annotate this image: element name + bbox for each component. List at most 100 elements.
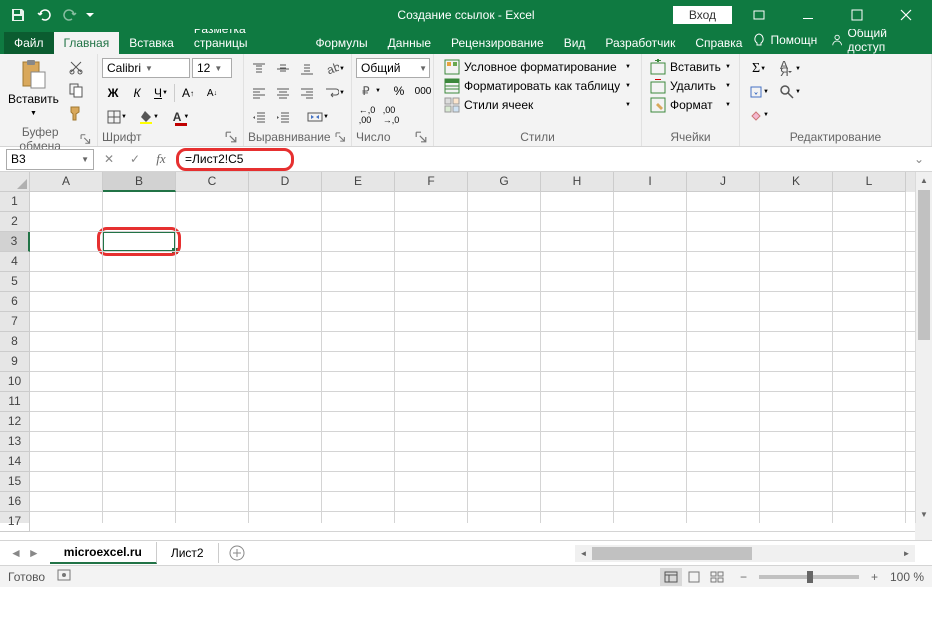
vscroll-thumb[interactable]: [918, 190, 930, 340]
comma-button[interactable]: 000: [412, 80, 434, 102]
format-cells-button[interactable]: Формат▼: [648, 96, 733, 114]
number-format-combo[interactable]: Общий▼: [356, 58, 430, 78]
row-header[interactable]: 16: [0, 492, 30, 512]
format-as-table-button[interactable]: Форматировать как таблицу▼: [440, 77, 635, 95]
new-sheet-button[interactable]: [225, 541, 249, 565]
align-right-button[interactable]: [296, 82, 318, 104]
scroll-right-button[interactable]: ►: [898, 549, 915, 558]
tab-home[interactable]: Главная: [54, 32, 120, 54]
zoom-in-button[interactable]: +: [867, 570, 882, 584]
column-header[interactable]: F: [395, 172, 468, 192]
cells[interactable]: 7: [30, 192, 915, 523]
bold-button[interactable]: Ж: [102, 82, 124, 104]
sheet-nav-prev[interactable]: ◄: [8, 546, 24, 560]
align-top-button[interactable]: [248, 58, 270, 80]
column-header[interactable]: B: [103, 172, 176, 192]
normal-view-button[interactable]: [660, 568, 682, 586]
font-dialog-launcher[interactable]: [225, 131, 237, 143]
row-header[interactable]: 3: [0, 232, 30, 252]
close-button[interactable]: [883, 0, 928, 29]
enter-formula-button[interactable]: ✓: [122, 149, 148, 170]
row-header[interactable]: 15: [0, 472, 30, 492]
save-button[interactable]: [6, 3, 30, 27]
sheet-tab-2[interactable]: Лист2: [157, 543, 219, 563]
tab-help[interactable]: Справка: [685, 32, 752, 54]
column-header[interactable]: L: [833, 172, 906, 192]
row-header[interactable]: 17: [0, 512, 30, 532]
font-color-button[interactable]: A▼: [166, 106, 196, 128]
percent-button[interactable]: %: [388, 80, 410, 102]
zoom-slider[interactable]: [759, 575, 859, 579]
column-header[interactable]: A: [30, 172, 103, 192]
cut-button[interactable]: [65, 56, 87, 78]
tab-review[interactable]: Рецензирование: [441, 32, 554, 54]
decrease-indent-button[interactable]: [248, 106, 270, 128]
row-header[interactable]: 10: [0, 372, 30, 392]
column-header[interactable]: C: [176, 172, 249, 192]
increase-decimal-button[interactable]: ←,0,00: [356, 104, 378, 126]
macro-record-icon[interactable]: [57, 568, 71, 585]
merge-button[interactable]: ▼: [296, 106, 340, 128]
copy-button[interactable]: [65, 79, 87, 101]
column-header[interactable]: G: [468, 172, 541, 192]
tab-developer[interactable]: Разработчик: [595, 32, 685, 54]
horizontal-scrollbar[interactable]: ◄ ►: [575, 545, 915, 562]
column-header[interactable]: E: [322, 172, 395, 192]
accounting-format-button[interactable]: ₽▼: [356, 80, 386, 102]
borders-button[interactable]: ▼: [102, 106, 132, 128]
autosum-button[interactable]: Σ▼: [744, 58, 774, 80]
align-middle-button[interactable]: [272, 58, 294, 80]
tab-file[interactable]: Файл: [4, 32, 54, 54]
ribbon-display-button[interactable]: [736, 0, 781, 29]
underline-button[interactable]: Ч▼: [150, 82, 172, 104]
name-box-dropdown[interactable]: ▼: [77, 155, 93, 164]
zoom-level[interactable]: 100 %: [890, 570, 924, 584]
row-header[interactable]: 8: [0, 332, 30, 352]
fill-color-button[interactable]: ▼: [134, 106, 164, 128]
column-header[interactable]: K: [760, 172, 833, 192]
fill-button[interactable]: ▼: [744, 81, 774, 103]
page-layout-view-button[interactable]: [683, 568, 705, 586]
tab-formulas[interactable]: Формулы: [305, 32, 377, 54]
row-header[interactable]: 13: [0, 432, 30, 452]
wrap-text-button[interactable]: ▼: [320, 82, 350, 104]
hscroll-thumb[interactable]: [592, 547, 752, 560]
zoom-out-button[interactable]: −: [736, 570, 751, 584]
row-header[interactable]: 7: [0, 312, 30, 332]
scroll-down-button[interactable]: ▼: [916, 506, 932, 523]
row-header[interactable]: 14: [0, 452, 30, 472]
row-header[interactable]: 6: [0, 292, 30, 312]
tab-data[interactable]: Данные: [378, 32, 441, 54]
align-left-button[interactable]: [248, 82, 270, 104]
formula-bar-expand[interactable]: ⌄: [906, 152, 932, 166]
decrease-font-button[interactable]: A↓: [201, 82, 223, 104]
row-header[interactable]: 1: [0, 192, 30, 212]
decrease-decimal-button[interactable]: ,00→,0: [380, 104, 402, 126]
zoom-thumb[interactable]: [807, 571, 813, 583]
format-painter-button[interactable]: [65, 102, 87, 124]
column-header[interactable]: J: [687, 172, 760, 192]
sheet-tab-active[interactable]: microexcel.ru: [50, 542, 157, 564]
clipboard-dialog-launcher[interactable]: [80, 133, 91, 145]
redo-button[interactable]: [58, 3, 82, 27]
row-header[interactable]: 5: [0, 272, 30, 292]
align-bottom-button[interactable]: [296, 58, 318, 80]
minimize-button[interactable]: [785, 0, 830, 29]
insert-cells-button[interactable]: Вставить▼: [648, 58, 733, 76]
font-name-combo[interactable]: Calibri▼: [102, 58, 190, 78]
align-center-button[interactable]: [272, 82, 294, 104]
name-box-input[interactable]: [7, 152, 67, 166]
italic-button[interactable]: К: [126, 82, 148, 104]
row-header[interactable]: 4: [0, 252, 30, 272]
column-header[interactable]: D: [249, 172, 322, 192]
vertical-scrollbar[interactable]: ▲ ▼: [915, 172, 932, 523]
conditional-formatting-button[interactable]: Условное форматирование▼: [440, 58, 635, 76]
qat-customize[interactable]: [84, 3, 96, 27]
orientation-button[interactable]: ab▼: [320, 58, 350, 80]
increase-indent-button[interactable]: [272, 106, 294, 128]
align-dialog-launcher[interactable]: [335, 131, 345, 143]
tab-insert[interactable]: Вставка: [119, 32, 184, 54]
login-button[interactable]: Вход: [673, 6, 732, 24]
increase-font-button[interactable]: A↑: [177, 82, 199, 104]
sheet-nav-next[interactable]: ►: [26, 546, 42, 560]
